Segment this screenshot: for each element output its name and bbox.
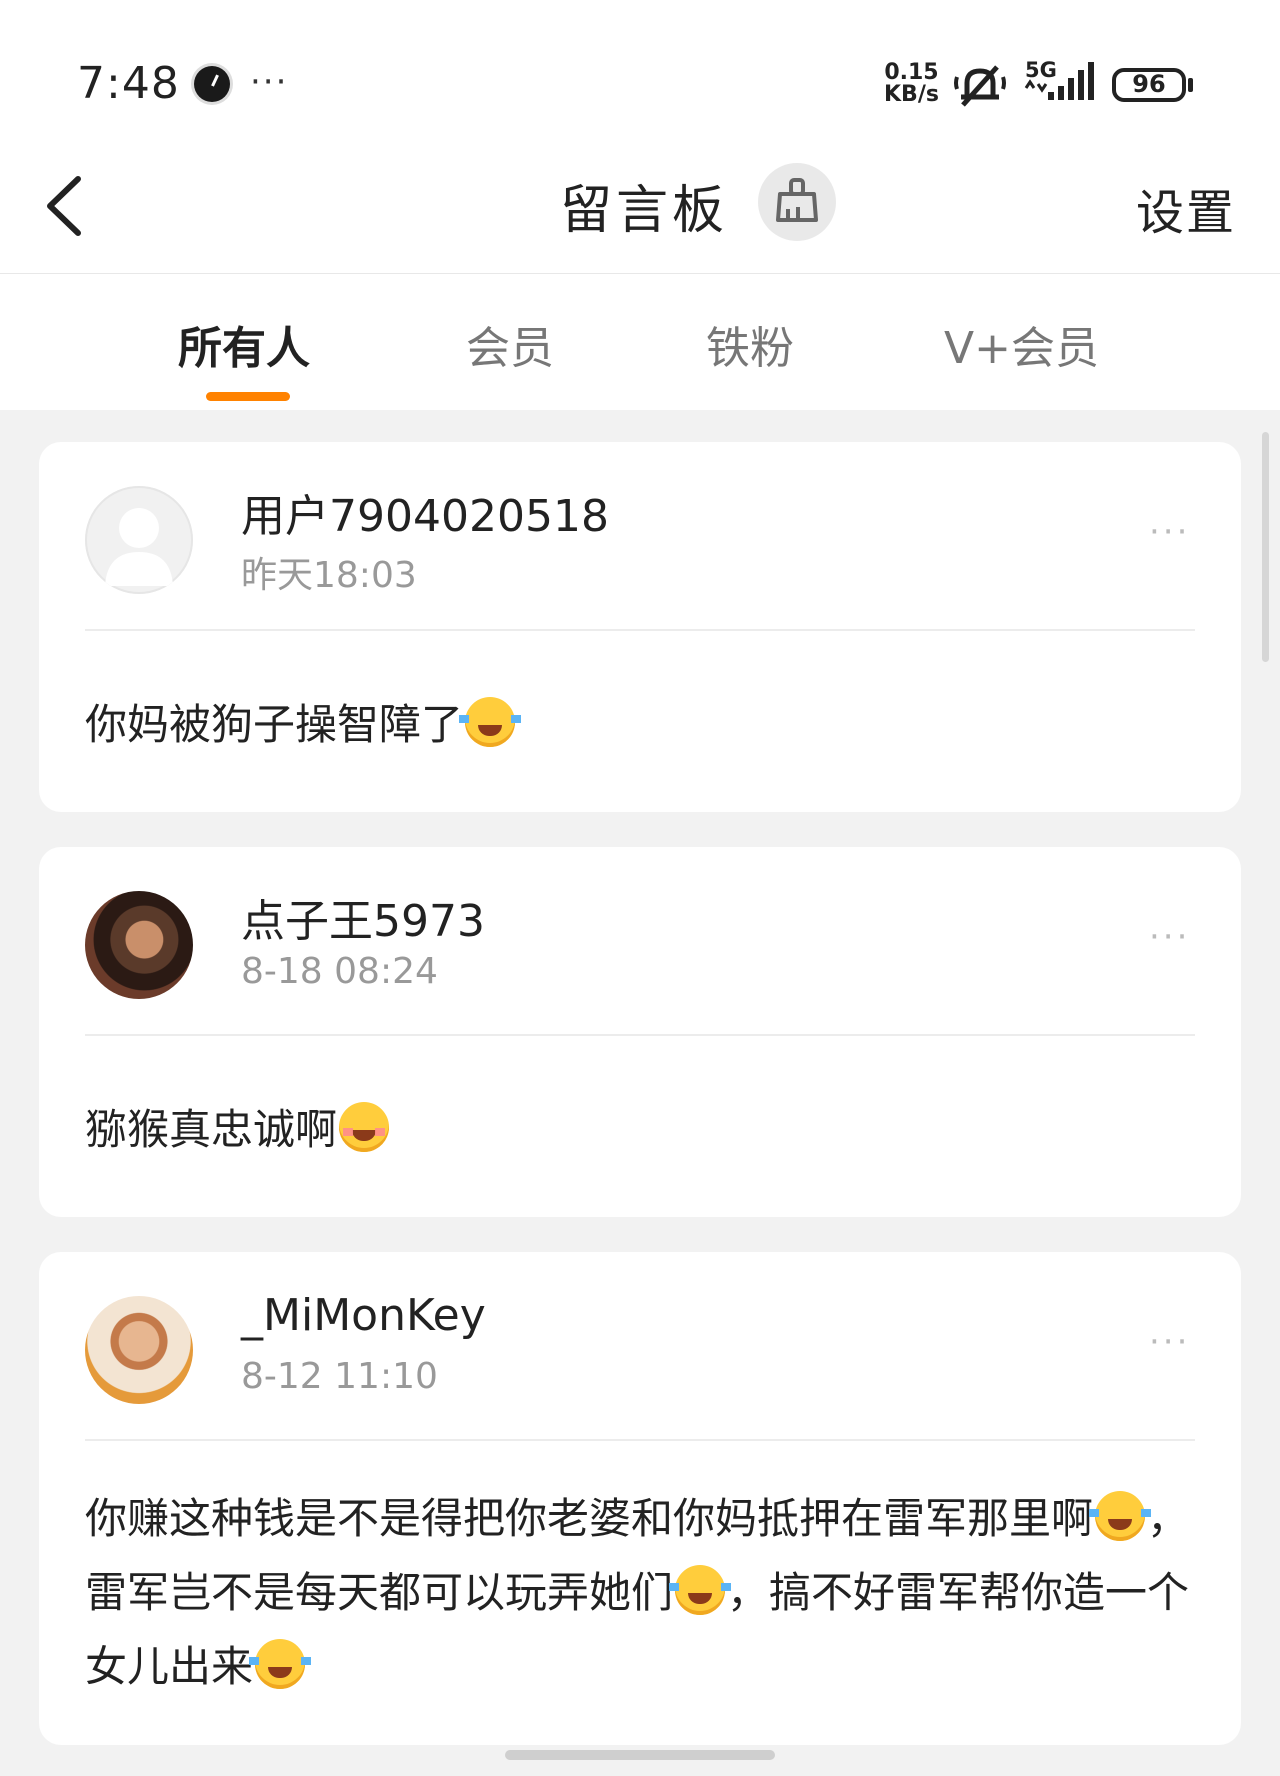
username[interactable]: _MiMonKey bbox=[241, 1290, 486, 1341]
more-options-button[interactable]: ··· bbox=[1149, 917, 1190, 957]
message-text: 猕猴真忠诚啊 bbox=[85, 1105, 338, 1154]
message-content: 猕猴真忠诚啊 bbox=[85, 1093, 1195, 1167]
divider bbox=[85, 1034, 1195, 1036]
more-options-button[interactable]: ··· bbox=[1149, 512, 1190, 552]
divider bbox=[85, 629, 1195, 631]
message-content: 你赚这种钱是不是得把你老婆和你妈抵押在雷军那里啊 ，雷军岂不是每天都可以玩弄她们，… bbox=[85, 1482, 1195, 1704]
laugh-cry-emoji-icon bbox=[1089, 1491, 1152, 1541]
clock-app-icon bbox=[194, 66, 230, 102]
more-options-button[interactable]: ··· bbox=[1149, 1322, 1190, 1362]
more-notifications-icon: ··· bbox=[250, 62, 289, 102]
username[interactable]: 用户7904020518 bbox=[241, 480, 609, 544]
page-title: 留言板 bbox=[560, 181, 729, 241]
back-button[interactable] bbox=[40, 171, 100, 241]
avatar[interactable] bbox=[85, 486, 193, 594]
timestamp: 8-18 08:24 bbox=[241, 951, 438, 992]
tab-bar: 所有人 会员 铁粉 V+会员 bbox=[0, 274, 1280, 410]
message-card: 用户7904020518 昨天18:03 ··· 你妈被狗子操智障了 bbox=[39, 442, 1241, 812]
network-speed: 0.15 KB/s bbox=[884, 62, 939, 106]
avatar[interactable] bbox=[85, 891, 193, 999]
avatar[interactable] bbox=[85, 1296, 193, 1404]
laugh-cry-emoji-icon bbox=[249, 1639, 312, 1689]
clean-button[interactable] bbox=[758, 163, 836, 241]
tab-vplus-members[interactable]: V+会员 bbox=[944, 312, 1099, 376]
status-time: 7:48 bbox=[77, 58, 180, 109]
nav-bar: 留言板 设置 bbox=[0, 135, 1280, 274]
battery-nub bbox=[1188, 78, 1193, 92]
settings-button[interactable]: 设置 bbox=[1136, 173, 1236, 243]
chevron-left-icon bbox=[47, 176, 81, 236]
tab-everyone[interactable]: 所有人 bbox=[178, 312, 310, 376]
scrollbar[interactable] bbox=[1262, 432, 1269, 662]
blush-emoji-icon bbox=[339, 1102, 390, 1152]
divider bbox=[85, 1439, 1195, 1441]
message-card: _MiMonKey 8-12 11:10 ··· 你赚这种钱是不是得把你老婆和你… bbox=[39, 1252, 1241, 1745]
laugh-cry-emoji-icon bbox=[459, 697, 522, 747]
tab-iron-fans[interactable]: 铁粉 bbox=[706, 312, 794, 376]
network-speed-unit: KB/s bbox=[884, 82, 939, 107]
default-avatar-icon bbox=[105, 508, 173, 586]
timestamp: 8-12 11:10 bbox=[241, 1356, 438, 1397]
status-bar: 7:48 ··· 0.15 KB/s 5G 96 bbox=[0, 0, 1280, 135]
laugh-cry-emoji-icon bbox=[669, 1565, 732, 1615]
network-speed-value: 0.15 bbox=[884, 60, 939, 85]
mute-bell-icon bbox=[954, 65, 1006, 107]
message-text: 你赚这种钱是不是得把你老婆和你妈抵押在雷军那里啊 bbox=[85, 1494, 1094, 1543]
signal-icon bbox=[1024, 62, 1094, 100]
tab-members[interactable]: 会员 bbox=[466, 312, 554, 376]
message-content: 你妈被狗子操智障了 bbox=[85, 688, 1195, 762]
broom-icon bbox=[776, 178, 818, 222]
home-indicator[interactable] bbox=[505, 1750, 775, 1760]
username[interactable]: 点子王5973 bbox=[241, 885, 485, 949]
timestamp: 昨天18:03 bbox=[241, 555, 417, 596]
message-card: 点子王5973 8-18 08:24 ··· 猕猴真忠诚啊 bbox=[39, 847, 1241, 1217]
active-tab-indicator bbox=[206, 392, 290, 401]
message-text: 你妈被狗子操智障了 bbox=[85, 700, 464, 749]
battery-level: 96 bbox=[1132, 70, 1166, 98]
